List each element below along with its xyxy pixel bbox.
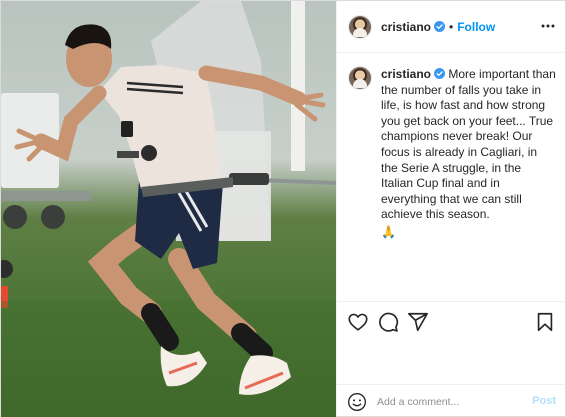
share-icon[interactable] [407, 311, 429, 333]
praying-hands-emoji: 🙏 [381, 224, 396, 239]
comment-icon[interactable] [377, 311, 399, 333]
caption-text: More important than the number of falls … [381, 67, 556, 222]
post-side-panel: cristiano • Follow cristiano More import… [336, 1, 566, 417]
heart-icon[interactable] [347, 311, 369, 333]
post-header: cristiano • Follow [337, 1, 566, 53]
post-actions [337, 301, 566, 341]
verified-badge-icon [434, 21, 446, 32]
instagram-post: cristiano • Follow cristiano More import… [0, 0, 566, 417]
player-shirt [99, 65, 223, 189]
comment-bar: Post [337, 384, 566, 417]
caption-username[interactable]: cristiano [381, 67, 431, 81]
smiley-icon[interactable] [347, 392, 367, 412]
comment-input[interactable] [377, 395, 527, 408]
club-crest [121, 121, 133, 137]
post-caption: cristiano More important than the number… [337, 53, 566, 241]
post-photo[interactable] [1, 1, 336, 417]
goal-post [291, 1, 305, 171]
avatar[interactable] [349, 15, 371, 38]
cart-wheel [3, 205, 27, 229]
follow-button[interactable]: Follow [457, 20, 495, 34]
training-photo-illustration [1, 1, 336, 417]
verified-badge-icon [434, 68, 446, 79]
more-options-icon[interactable] [540, 18, 556, 34]
header-username[interactable]: cristiano [381, 20, 431, 34]
sponsor-logo [141, 145, 157, 161]
caption-body: cristiano More important than the number… [381, 67, 556, 241]
caption-avatar[interactable] [349, 67, 371, 89]
post-comment-button[interactable]: Post [532, 395, 556, 407]
header-separator: • [449, 19, 454, 34]
bookmark-icon[interactable] [534, 311, 556, 333]
